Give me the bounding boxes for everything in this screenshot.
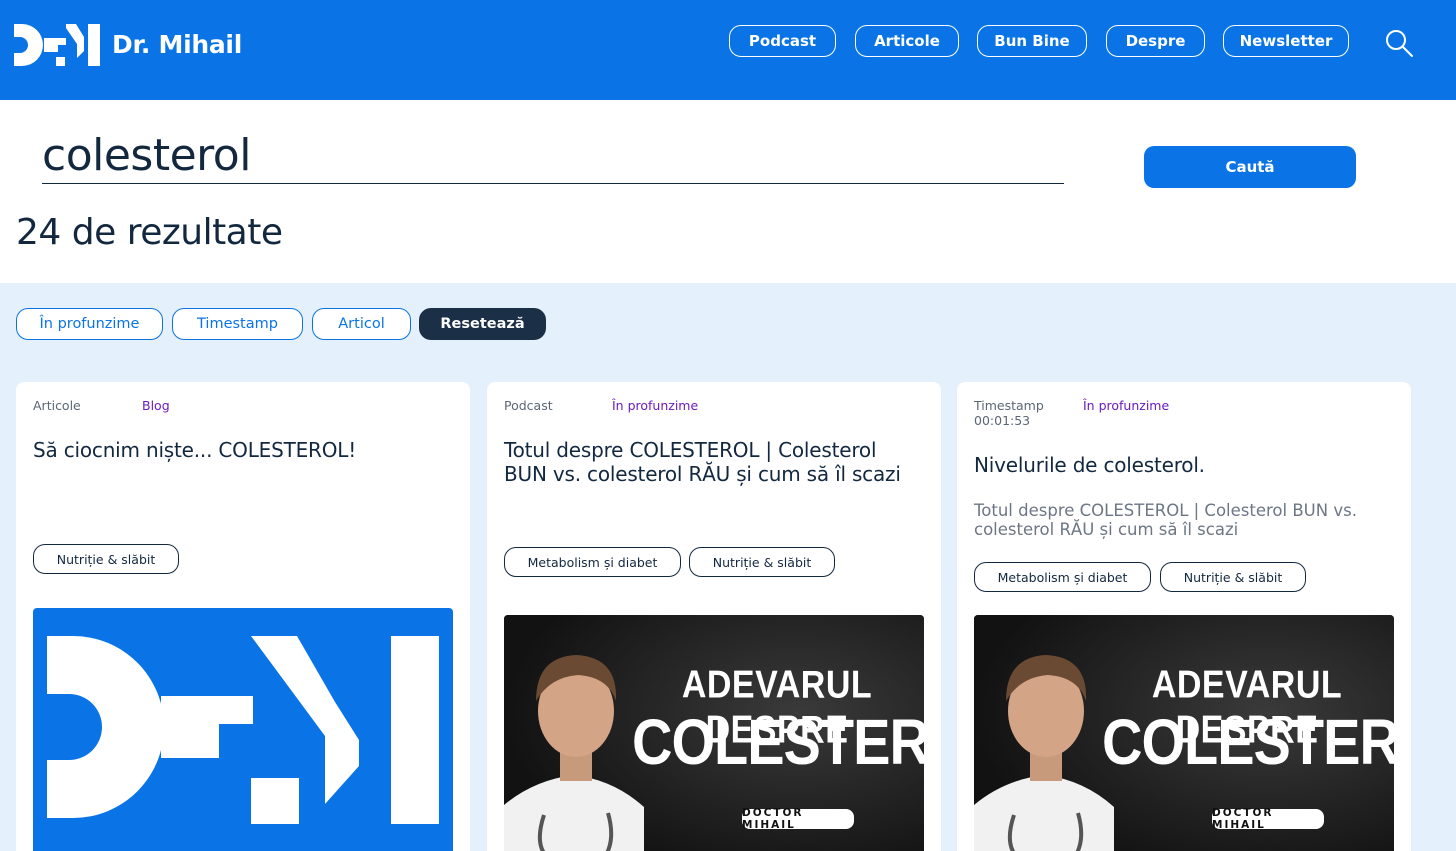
results-section: În profunzime Timestamp Articol Reseteaz…: [0, 283, 1456, 851]
nav-articole[interactable]: Articole: [855, 25, 959, 57]
reset-filters-button[interactable]: Resetează: [419, 308, 546, 340]
card-timestamp: 00:01:53: [974, 413, 1031, 428]
podcast-thumbnail[interactable]: ADEVARUL DESPRE COLESTEROL DOCTOR MIHAIL: [504, 615, 924, 851]
topic-chip[interactable]: Nutriție & slăbit: [689, 547, 835, 577]
podcast-thumbnail[interactable]: ADEVARUL DESPRE COLESTEROL DOCTOR MIHAIL: [974, 615, 1394, 851]
dr-mihail-logo[interactable]: [14, 24, 100, 66]
card-tag[interactable]: Blog: [142, 398, 170, 413]
result-card[interactable]: Timestamp 00:01:53 În profunzime Nivelur…: [957, 382, 1411, 851]
search-input[interactable]: [42, 128, 1064, 184]
search-section: Caută 24 de rezultate: [0, 100, 1456, 283]
nav-bun-bine[interactable]: Bun Bine: [977, 25, 1087, 57]
search-icon[interactable]: [1384, 28, 1414, 58]
card-type: Timestamp 00:01:53: [974, 398, 1074, 428]
nav-despre[interactable]: Despre: [1106, 25, 1205, 57]
thumbnail-title: COLESTEROL: [632, 705, 924, 778]
card-type: Podcast: [504, 398, 553, 413]
card-title[interactable]: Nivelurile de colesterol.: [974, 453, 1394, 477]
card-title[interactable]: Totul despre COLESTEROL | Colesterol BUN…: [504, 438, 924, 486]
brand-name[interactable]: Dr. Mihail: [112, 30, 242, 59]
logo-thumbnail[interactable]: [33, 608, 453, 851]
topic-chip[interactable]: Nutriție & slăbit: [1160, 562, 1306, 592]
filter-articol[interactable]: Articol: [312, 308, 411, 340]
card-title[interactable]: Să ciocnim niște... COLESTEROL!: [33, 438, 453, 462]
card-tag[interactable]: În profunzime: [1083, 398, 1169, 413]
card-type: Articole: [33, 398, 81, 413]
thumbnail-title: COLESTEROL: [1102, 705, 1394, 778]
topic-chip[interactable]: Metabolism și diabet: [504, 547, 681, 577]
topic-chip[interactable]: Metabolism și diabet: [974, 562, 1151, 592]
filter-in-profunzime[interactable]: În profunzime: [16, 308, 163, 340]
topic-chip[interactable]: Nutriție & slăbit: [33, 544, 179, 574]
results-count: 24 de rezultate: [16, 212, 283, 253]
result-card[interactable]: Articole Blog Să ciocnim niște... COLEST…: [16, 382, 470, 851]
card-subtitle[interactable]: Totul despre COLESTEROL | Colesterol BUN…: [974, 501, 1374, 539]
result-card[interactable]: Podcast În profunzime Totul despre COLES…: [487, 382, 941, 851]
filter-timestamp[interactable]: Timestamp: [172, 308, 303, 340]
thumbnail-badge: DOCTOR MIHAIL: [1212, 807, 1324, 831]
search-button[interactable]: Caută: [1144, 146, 1356, 188]
card-tag[interactable]: În profunzime: [612, 398, 698, 413]
thumbnail-badge: DOCTOR MIHAIL: [742, 807, 854, 831]
nav-podcast[interactable]: Podcast: [729, 25, 836, 57]
dr-mihail-logo-large: [47, 636, 439, 824]
site-header: Dr. Mihail Podcast Articole Bun Bine Des…: [0, 0, 1456, 100]
card-type-label: Timestamp: [974, 398, 1044, 413]
nav-newsletter[interactable]: Newsletter: [1223, 25, 1349, 57]
